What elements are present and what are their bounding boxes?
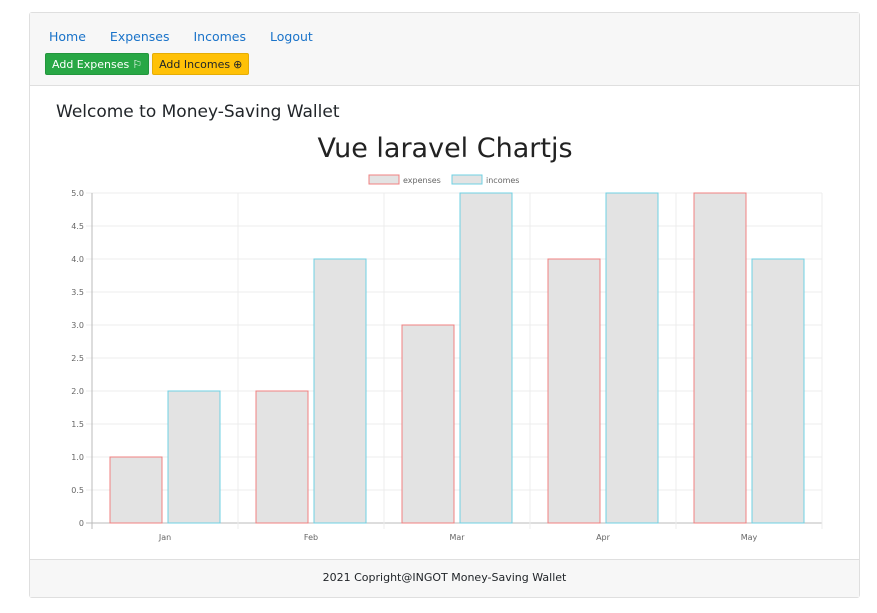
legend-swatch-incomes <box>451 174 483 185</box>
bar-expenses-apr <box>547 258 601 524</box>
bar-expenses-mar <box>401 324 455 524</box>
bar-incomes-jan <box>167 390 221 524</box>
bar-incomes-may <box>751 258 805 524</box>
x-tick-label: Feb <box>304 533 318 542</box>
y-tick-label: 3.0 <box>71 321 84 330</box>
y-tick-label: 1.5 <box>71 420 84 429</box>
legend-label-incomes: incomes <box>486 176 519 185</box>
bar-expenses-jan <box>109 456 163 524</box>
y-tick-label: 2.5 <box>71 354 84 363</box>
y-tick-label: 5.0 <box>71 189 84 198</box>
y-tick-label: 1.0 <box>71 453 84 462</box>
bar-incomes-feb <box>313 258 367 524</box>
y-tick-label: 4.0 <box>71 255 84 264</box>
y-tick-label: 0 <box>79 519 84 528</box>
x-tick-label: Jan <box>158 533 171 542</box>
x-tick-label: Apr <box>596 533 611 542</box>
y-tick-label: 0.5 <box>71 486 84 495</box>
bar-incomes-apr <box>605 192 659 524</box>
bar-expenses-may <box>693 192 747 524</box>
bar-chart: Vue laravel Chartjs expenses incomes 0 0.5 1.… <box>71 133 823 542</box>
legend-label-expenses: expenses <box>403 176 441 185</box>
bar-expenses-feb <box>255 390 309 524</box>
x-tick-label: May <box>741 533 758 542</box>
y-tick-label: 3.5 <box>71 288 84 297</box>
chart-title: Vue laravel Chartjs <box>317 133 572 164</box>
legend-swatch-expenses <box>368 174 400 185</box>
y-tick-label: 4.5 <box>71 222 84 231</box>
x-tick-label: Mar <box>449 533 465 542</box>
bar-incomes-mar <box>459 192 513 524</box>
y-tick-label: 2.0 <box>71 387 84 396</box>
